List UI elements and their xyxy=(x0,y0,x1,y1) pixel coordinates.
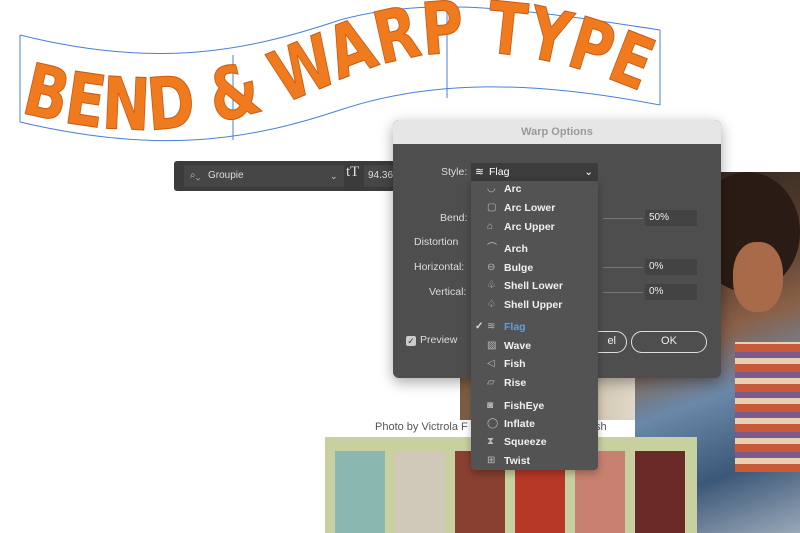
menu-item-inflate[interactable]: ◯ Inflate xyxy=(471,415,598,433)
chevron-down-icon[interactable]: ⌄ xyxy=(330,165,344,187)
menu-item-arch[interactable]: ⌒ Arch xyxy=(471,240,598,258)
vertical-label: Vertical: xyxy=(429,286,467,298)
arch-icon: ⌒ xyxy=(487,243,497,254)
menu-item-label: Arc Upper xyxy=(504,221,555,233)
menu-item-flag[interactable]: ✓ ≋ Flag xyxy=(471,318,598,336)
menu-item-label: Inflate xyxy=(504,418,535,430)
menu-item-bulge[interactable]: ⊖ Bulge xyxy=(471,259,598,277)
dialog-title: Warp Options xyxy=(393,120,721,144)
menu-item-rise[interactable]: ▱ Rise xyxy=(471,374,598,392)
chevron-down-icon: ⌄ xyxy=(584,166,593,178)
menu-item-shell-upper[interactable]: ♤ Shell Upper xyxy=(471,296,598,314)
style-value: Flag xyxy=(489,166,510,178)
menu-item-squeeze[interactable]: ⧗ Squeeze xyxy=(471,433,598,451)
checkmark-icon: ✓ xyxy=(406,336,416,346)
bend-label: Bend: xyxy=(440,212,468,224)
distortion-label: Distortion xyxy=(414,236,459,248)
preview-checkbox[interactable]: ✓ Preview xyxy=(406,334,457,346)
bulge-icon: ⊖ xyxy=(487,262,496,273)
twist-icon: ⊞ xyxy=(487,455,496,466)
menu-item-shell-lower[interactable]: ♧ Shell Lower xyxy=(471,277,598,295)
font-family-field[interactable]: ⌕⌄ Groupie xyxy=(184,165,344,187)
menu-item-label: Shell Upper xyxy=(504,299,563,311)
bend-field[interactable]: 50% xyxy=(645,210,697,226)
menu-item-fisheye[interactable]: ◙ FishEye xyxy=(471,397,598,415)
horizontal-slider[interactable] xyxy=(603,267,643,268)
vertical-slider[interactable] xyxy=(603,292,643,293)
menu-item-label: Arc xyxy=(504,183,522,195)
arc-lower-icon: ▢ xyxy=(487,202,497,213)
style-label: Style: xyxy=(441,166,468,178)
horizontal-field[interactable]: 0% xyxy=(645,259,697,275)
menu-item-label: FishEye xyxy=(504,400,545,412)
ok-button[interactable]: OK xyxy=(631,331,707,353)
squeeze-icon: ⧗ xyxy=(487,436,495,447)
fish-icon: ◁ xyxy=(487,358,495,369)
menu-item-label: Twist xyxy=(504,455,531,467)
search-icon: ⌕⌄ xyxy=(190,170,201,181)
menu-item-label: Rise xyxy=(504,377,527,389)
menu-item-label: Fish xyxy=(504,358,526,370)
menu-item-fish[interactable]: ◁ Fish xyxy=(471,355,598,373)
shell-upper-icon: ♤ xyxy=(487,299,496,310)
style-dropdown[interactable]: ≋ Flag ⌄ xyxy=(471,163,598,181)
inflate-icon: ◯ xyxy=(487,418,499,429)
photo-caption: Photo by Victrola F xyxy=(375,421,468,433)
font-size-icon: tT xyxy=(346,164,360,180)
arc-upper-icon: ⌂ xyxy=(487,221,494,232)
flag-icon: ≋ xyxy=(487,321,496,332)
menu-item-arc-upper[interactable]: ⌂ Arc Upper xyxy=(471,218,598,236)
menu-item-arc-lower[interactable]: ▢ Arc Lower xyxy=(471,199,598,217)
menu-item-label: Shell Lower xyxy=(504,280,563,292)
font-name: Groupie xyxy=(208,170,244,181)
menu-item-label: Arch xyxy=(504,243,528,255)
shell-lower-icon: ♧ xyxy=(487,280,496,291)
rise-icon: ▱ xyxy=(487,377,495,388)
checkmark-icon: ✓ xyxy=(475,321,484,332)
vertical-field[interactable]: 0% xyxy=(645,284,697,300)
flag-icon: ≋ xyxy=(475,166,484,178)
character-toolbar: ⌕⌄ Groupie ⌄ tT 94.36 xyxy=(174,161,400,191)
menu-item-label: Flag xyxy=(504,321,526,333)
menu-item-label: Wave xyxy=(504,340,532,352)
menu-item-wave[interactable]: ▨ Wave xyxy=(471,337,598,355)
wave-icon: ▨ xyxy=(487,340,497,351)
menu-item-twist[interactable]: ⊞ Twist xyxy=(471,452,598,470)
menu-item-label: Arc Lower xyxy=(504,202,556,214)
style-dropdown-menu: ◡ Arc ▢ Arc Lower ⌂ Arc Upper ⌒ Arch ⊖ Bulge ♧ Shel… xyxy=(471,181,598,470)
fisheye-icon: ◙ xyxy=(487,400,494,411)
bend-slider[interactable] xyxy=(603,218,643,219)
arc-icon: ◡ xyxy=(487,183,496,194)
menu-item-arc[interactable]: ◡ Arc xyxy=(471,180,598,198)
menu-item-label: Bulge xyxy=(504,262,534,274)
preview-label: Preview xyxy=(420,334,458,346)
menu-item-label: Squeeze xyxy=(504,436,547,448)
horizontal-label: Horizontal: xyxy=(414,261,465,273)
